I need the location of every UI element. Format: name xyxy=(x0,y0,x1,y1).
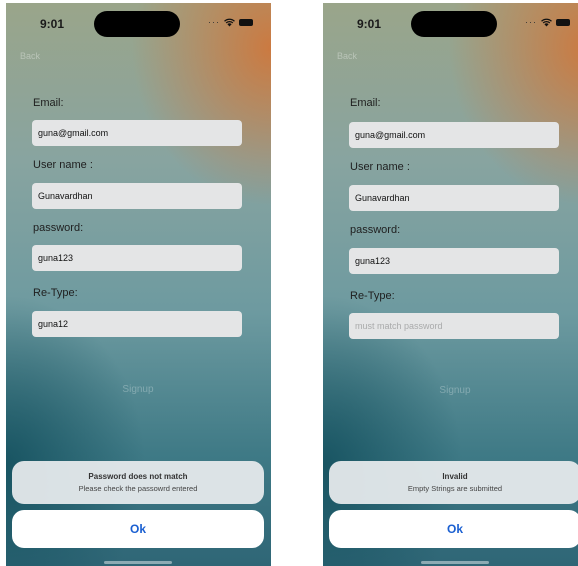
ok-button[interactable]: Ok xyxy=(12,510,264,548)
wifi-icon xyxy=(224,18,235,27)
signal-dots-icon: ··· xyxy=(208,17,220,27)
back-link[interactable]: Back xyxy=(20,51,40,61)
phone-screen-right: 9:01 ··· Back Email: User name : passwor… xyxy=(323,3,578,566)
status-icons: ··· xyxy=(525,18,570,27)
alert-message: Empty Strings are submitted xyxy=(407,484,503,493)
alert-title: Invalid xyxy=(442,472,468,481)
retype-field[interactable] xyxy=(349,313,559,339)
alert-dialog: Invalid Empty Strings are submitted xyxy=(329,461,578,504)
email-field[interactable] xyxy=(349,122,559,148)
password-label: password: xyxy=(33,222,84,234)
alert-message: Please check the passowrd entered xyxy=(78,484,198,493)
battery-icon xyxy=(239,19,253,26)
alert-dialog: Password does not match Please check the… xyxy=(12,461,264,504)
wifi-icon xyxy=(541,18,552,27)
back-link[interactable]: Back xyxy=(337,51,357,61)
dynamic-island xyxy=(94,11,180,37)
signup-button[interactable]: Signup xyxy=(405,380,505,400)
email-label: Email: xyxy=(33,97,64,109)
home-indicator xyxy=(104,561,172,564)
email-field[interactable] xyxy=(32,120,242,146)
status-time: 9:01 xyxy=(40,17,65,31)
alert-title: Password does not match xyxy=(88,472,188,481)
username-label: User name : xyxy=(350,161,410,173)
signup-button[interactable]: Signup xyxy=(88,379,188,399)
username-field[interactable] xyxy=(349,185,559,211)
dynamic-island xyxy=(411,11,497,37)
signal-dots-icon: ··· xyxy=(525,17,537,27)
status-icons: ··· xyxy=(208,18,253,27)
password-label: password: xyxy=(350,224,401,236)
home-indicator xyxy=(421,561,489,564)
password-field[interactable] xyxy=(349,248,559,274)
email-label: Email: xyxy=(350,97,381,109)
ok-button[interactable]: Ok xyxy=(329,510,578,548)
phone-screen-left: 9:01 ··· Back Email: User name : passwor… xyxy=(6,3,271,566)
retype-field[interactable] xyxy=(32,311,242,337)
retype-label: Re-Type: xyxy=(350,290,395,302)
username-field[interactable] xyxy=(32,183,242,209)
retype-label: Re-Type: xyxy=(33,287,78,299)
username-label: User name : xyxy=(33,159,93,171)
battery-icon xyxy=(556,19,570,26)
status-time: 9:01 xyxy=(357,17,382,31)
password-field[interactable] xyxy=(32,245,242,271)
